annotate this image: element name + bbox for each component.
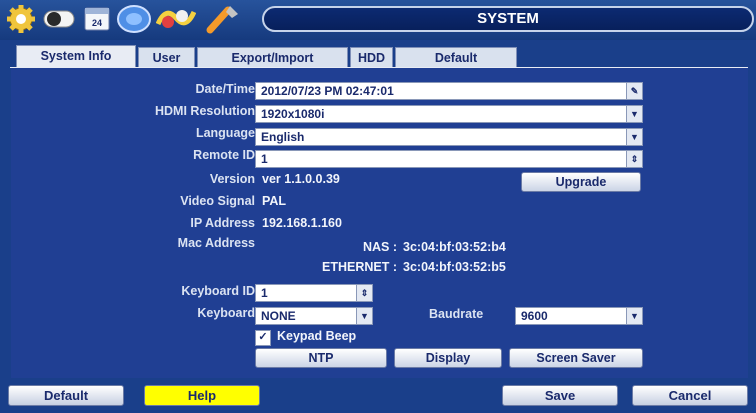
keyboard-select[interactable]: NONE ▼: [255, 307, 373, 325]
calendar-icon[interactable]: 24: [82, 4, 112, 34]
video-signal-value: PAL: [262, 194, 287, 208]
help-button[interactable]: Help: [144, 385, 260, 406]
gear-icon[interactable]: [6, 4, 36, 34]
baudrate-select[interactable]: 9600 ▼: [515, 307, 643, 325]
ntp-button[interactable]: NTP: [255, 348, 387, 368]
cancel-button[interactable]: Cancel: [632, 385, 748, 406]
nas-label: NAS :: [362, 240, 397, 254]
tab-system-info[interactable]: System Info: [16, 45, 136, 69]
tab-user[interactable]: User: [138, 47, 195, 68]
toggle-icon[interactable]: [42, 4, 76, 34]
keypad-beep-label: Keypad Beep: [277, 329, 357, 343]
title-bar: 24 SYSTEM: [0, 0, 756, 40]
ip-value: 192.168.1.160: [262, 216, 342, 230]
language-select[interactable]: English ▼: [255, 128, 643, 146]
keyboard-id-value: 1: [261, 286, 268, 300]
chevron-down-icon[interactable]: ▼: [626, 129, 642, 145]
screen-saver-button[interactable]: Screen Saver: [509, 348, 643, 368]
hdmi-resolution-select[interactable]: 1920x1080i ▼: [255, 105, 643, 123]
save-button[interactable]: Save: [502, 385, 618, 406]
keyboard-id-stepper[interactable]: 1 ⇕: [255, 284, 373, 302]
remote-id-label: Remote ID: [193, 148, 255, 162]
keyboard-label: Keyboard: [197, 306, 255, 320]
language-label: Language: [195, 126, 255, 140]
version-value: ver 1.1.0.0.39: [262, 172, 340, 186]
keyboard-id-label: Keyboard ID: [181, 284, 255, 298]
upgrade-button[interactable]: Upgrade: [521, 172, 641, 192]
datetime-field[interactable]: 2012/07/23 PM 02:47:01 ✎: [255, 82, 643, 100]
ethernet-mac-value: 3c:04:bf:03:52:b5: [403, 260, 506, 274]
hdmi-label: HDMI Resolution: [155, 104, 255, 118]
stepper-icon[interactable]: ⇕: [356, 285, 372, 301]
keypad-beep-checkbox[interactable]: ✓: [255, 330, 271, 346]
datetime-label: Date/Time: [195, 82, 255, 96]
ethernet-label: ETHERNET :: [322, 260, 397, 274]
edit-pencil-icon[interactable]: ✎: [626, 83, 642, 99]
ip-label: IP Address: [190, 216, 255, 230]
nas-mac-value: 3c:04:bf:03:52:b4: [403, 240, 506, 254]
svg-text:24: 24: [92, 18, 102, 28]
remote-id-stepper[interactable]: 1 ⇕: [255, 150, 643, 168]
tools-icon[interactable]: [202, 4, 242, 34]
chevron-down-icon[interactable]: ▼: [626, 308, 642, 324]
chevron-down-icon[interactable]: ▼: [356, 308, 372, 324]
default-button[interactable]: Default: [8, 385, 124, 406]
hdmi-value: 1920x1080i: [261, 107, 325, 121]
datetime-value: 2012/07/23 PM 02:47:01: [261, 84, 394, 98]
system-info-panel: Date/Time 2012/07/23 PM 02:47:01 ✎ HDMI …: [11, 68, 748, 378]
version-label: Version: [209, 172, 255, 186]
language-value: English: [261, 130, 305, 144]
tab-export-import[interactable]: Export/Import: [197, 47, 348, 68]
window-title: SYSTEM: [262, 6, 754, 32]
chevron-down-icon[interactable]: ▼: [626, 106, 642, 122]
display-button[interactable]: Display: [394, 348, 502, 368]
tab-default[interactable]: Default: [395, 47, 517, 68]
baudrate-label: Baudrate: [429, 307, 484, 321]
mac-label: Mac Address: [177, 236, 255, 250]
remote-id-value: 1: [261, 152, 268, 166]
baudrate-value: 9600: [521, 309, 548, 323]
stepper-icon[interactable]: ⇕: [626, 151, 642, 167]
wave-icon[interactable]: [155, 4, 197, 34]
disc-icon[interactable]: [116, 4, 152, 34]
video-signal-label: Video Signal: [180, 194, 255, 208]
tab-hdd[interactable]: HDD: [350, 47, 393, 68]
keyboard-value: NONE: [261, 309, 296, 323]
